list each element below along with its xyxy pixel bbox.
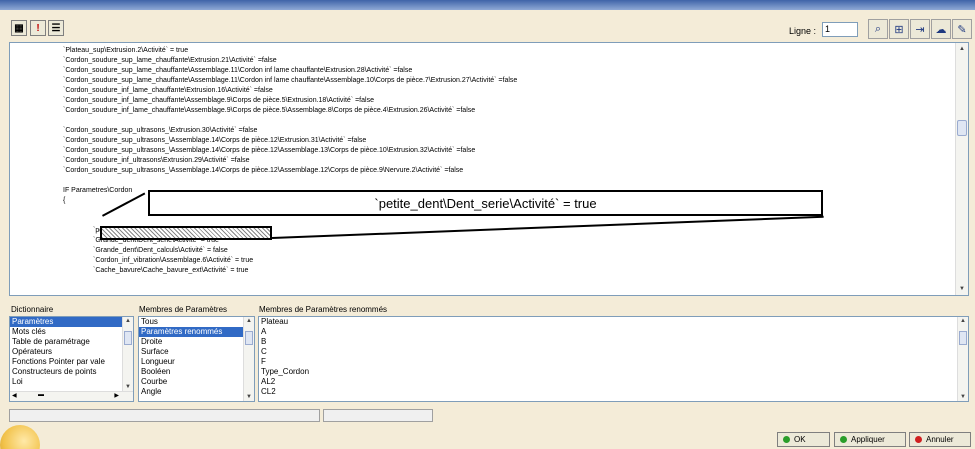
editor-scrollbar[interactable]: ▲ ▼ bbox=[955, 43, 968, 295]
selected-line-highlight bbox=[100, 226, 272, 240]
list-item[interactable]: Fonctions Pointer par vale bbox=[10, 357, 133, 367]
scroll-down-icon[interactable]: ▼ bbox=[959, 286, 965, 292]
scroll-left-icon[interactable]: ◀ bbox=[12, 392, 17, 399]
code-line: `Cordon_soudure_inf_ultrasons\Extrusion.… bbox=[63, 157, 250, 164]
membres-header: Membres de Paramètres bbox=[139, 305, 228, 314]
ligne-input[interactable]: 1 bbox=[822, 22, 858, 37]
status-field bbox=[323, 409, 433, 422]
list-item[interactable]: Tous bbox=[139, 317, 254, 327]
code-line: `Cordon_inf_vibration\Assemblage.6\Activ… bbox=[93, 257, 254, 264]
cancel-status-icon bbox=[915, 436, 922, 443]
scroll-up-icon[interactable]: ▲ bbox=[125, 318, 131, 324]
scroll-down-icon[interactable]: ▼ bbox=[960, 394, 966, 400]
list-item[interactable]: AL2 bbox=[259, 377, 968, 387]
code-line: `Cordon_soudure_sup_ultrasons_\Assemblag… bbox=[63, 137, 367, 144]
dictionnaire-list[interactable]: Paramètres Mots clés Table de paramétrag… bbox=[9, 316, 134, 402]
list-item[interactable]: Droite bbox=[139, 337, 254, 347]
list-item[interactable]: A bbox=[259, 327, 968, 337]
exclamation-icon[interactable]: ! bbox=[30, 20, 46, 36]
ok-status-icon bbox=[783, 436, 790, 443]
list-item[interactable]: Opérateurs bbox=[10, 347, 133, 357]
status-field bbox=[9, 409, 320, 422]
ok-label: OK bbox=[794, 435, 806, 444]
list-item[interactable]: Paramètres bbox=[10, 317, 133, 327]
code-line: `Cordon_soudure_sup_lame_chauffante\Asse… bbox=[63, 77, 518, 84]
list-item[interactable]: Type_Cordon bbox=[259, 367, 968, 377]
code-line: `Cordon_soudure_inf_lame_chauffante\Asse… bbox=[63, 107, 476, 114]
code-line: `Cordon_soudure_sup_ultrasons_\Extrusion… bbox=[63, 127, 258, 134]
code-line: `Cordon_soudure_sup_ultrasons_\Assemblag… bbox=[63, 167, 464, 174]
code-line: `Cordon_soudure_sup_lame_chauffante\Asse… bbox=[63, 67, 413, 74]
list-icon[interactable]: ☰ bbox=[48, 20, 64, 36]
list-item[interactable]: B bbox=[259, 337, 968, 347]
code-line: `Cordon_soudure_inf_lame_chauffante\Asse… bbox=[63, 97, 374, 104]
cancel-button[interactable]: Annuler bbox=[909, 432, 971, 447]
apply-label: Appliquer bbox=[851, 435, 885, 444]
code-line: `Cordon_soudure_sup_ultrasons_\Assemblag… bbox=[63, 147, 476, 154]
list-item[interactable]: Surface bbox=[139, 347, 254, 357]
view-icon[interactable]: ▦ bbox=[11, 20, 27, 36]
binoculars-icon[interactable]: ⌕ bbox=[868, 19, 888, 39]
list-item[interactable]: Table de paramétrage bbox=[10, 337, 133, 347]
eraser-icon[interactable]: ✎ bbox=[952, 19, 972, 39]
ligne-label: Ligne : bbox=[789, 26, 817, 36]
dictionnaire-header: Dictionnaire bbox=[11, 305, 54, 314]
membres-list[interactable]: Tous Paramètres renommés Droite Surface … bbox=[138, 316, 255, 402]
scroll-thumb[interactable] bbox=[245, 331, 253, 345]
scroll-down-icon[interactable]: ▼ bbox=[125, 384, 131, 390]
list-item[interactable]: Courbe bbox=[139, 377, 254, 387]
code-lines: `Plateau_sup\Extrusion.2\Activité` = tru… bbox=[63, 46, 948, 276]
scroll-up-icon[interactable]: ▲ bbox=[959, 46, 965, 52]
horizontal-scrollbar[interactable]: ◀ ▬ ▶ bbox=[10, 391, 133, 401]
scroll-thumb[interactable] bbox=[124, 331, 132, 345]
scroll-thumb[interactable] bbox=[957, 120, 967, 136]
window-titlebar bbox=[0, 0, 975, 10]
tree-icon[interactable]: ⊞ bbox=[889, 19, 909, 39]
list-item[interactable]: Mots clés bbox=[10, 327, 133, 337]
apply-status-icon bbox=[840, 436, 847, 443]
scroll-up-icon[interactable]: ▲ bbox=[246, 318, 252, 324]
code-line: `Cordon_soudure_sup_lame_chauffante\Extr… bbox=[63, 57, 277, 64]
cancel-label: Annuler bbox=[926, 435, 954, 444]
list-item[interactable]: CL2 bbox=[259, 387, 968, 397]
speech-icon[interactable]: ☁ bbox=[931, 19, 951, 39]
ok-button[interactable]: OK bbox=[777, 432, 830, 447]
list-item[interactable]: F bbox=[259, 357, 968, 367]
code-line: `Cordon_soudure_inf_lame_chauffante\Extr… bbox=[63, 87, 273, 94]
scroll-down-icon[interactable]: ▼ bbox=[246, 394, 252, 400]
list-item[interactable]: C bbox=[259, 347, 968, 357]
renommes-header: Membres de Paramètres renommés bbox=[259, 305, 388, 314]
scroll-right-icon[interactable]: ▶ bbox=[114, 392, 119, 399]
list-item[interactable]: Constructeurs de points bbox=[10, 367, 133, 377]
code-line: `Grande_dent\Dent_calculs\Activité` = fa… bbox=[93, 247, 228, 254]
list-scrollbar[interactable]: ▲ ▼ bbox=[122, 317, 133, 401]
scroll-thumb-icon[interactable]: ▬ bbox=[38, 392, 44, 398]
list-item[interactable]: Angle bbox=[139, 387, 254, 397]
list-item[interactable]: Loi bbox=[10, 377, 133, 387]
globe-icon bbox=[0, 425, 40, 449]
apply-button[interactable]: Appliquer bbox=[834, 432, 906, 447]
code-line: `Cache_bavure\Cache_bavure_ext\Activité`… bbox=[93, 267, 249, 274]
formula-editor[interactable]: `Plateau_sup\Extrusion.2\Activité` = tru… bbox=[9, 42, 969, 296]
list-scrollbar[interactable]: ▲ ▼ bbox=[957, 317, 968, 401]
list-item[interactable]: Paramètres renommés bbox=[139, 327, 254, 337]
list-item[interactable]: Longueur bbox=[139, 357, 254, 367]
list-item[interactable]: Booléen bbox=[139, 367, 254, 377]
goto-icon[interactable]: ⇥ bbox=[910, 19, 930, 39]
list-scrollbar[interactable]: ▲ ▼ bbox=[243, 317, 254, 401]
zoom-callout: `petite_dent\Dent_serie\Activité` = true bbox=[148, 190, 823, 216]
scroll-thumb[interactable] bbox=[959, 331, 967, 345]
renommes-list[interactable]: Plateau A B C F Type_Cordon AL2 CL2 ▲ ▼ bbox=[258, 316, 969, 402]
code-line: `Plateau_sup\Extrusion.2\Activité` = tru… bbox=[63, 47, 189, 54]
scroll-up-icon[interactable]: ▲ bbox=[960, 318, 966, 324]
list-item[interactable]: Plateau bbox=[259, 317, 968, 327]
